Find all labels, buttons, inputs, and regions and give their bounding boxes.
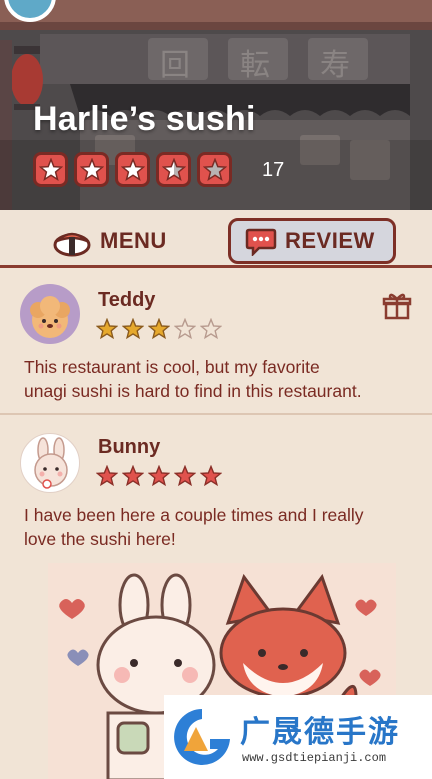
review-stars <box>96 465 222 487</box>
reviewer-name: Bunny <box>98 436 161 458</box>
star-icon <box>96 465 118 487</box>
tab-menu-label: MENU <box>100 228 167 253</box>
sign-glyph: 寿 <box>320 48 350 83</box>
sushi-icon <box>53 232 91 257</box>
review-text-line: I have been here a couple times and I re… <box>24 505 364 525</box>
rating-star-icon <box>156 152 191 187</box>
puppy-avatar[interactable] <box>20 284 80 344</box>
star-icon <box>148 465 170 487</box>
review-text-line: unagi sushi is hard to find in this rest… <box>24 381 362 401</box>
review-text-line: This restaurant is cool, but my favorite <box>24 357 320 377</box>
rating-count: 17 <box>262 159 285 181</box>
star-icon <box>96 318 118 340</box>
watermark-text: 广晟德手游 <box>240 716 400 749</box>
watermark-url: www.gsdtiepianji.com <box>242 751 387 765</box>
sign-glyph: 転 <box>240 48 270 83</box>
sign-glyph: 回 <box>160 48 190 83</box>
tab-review-label: REVIEW <box>285 228 375 253</box>
star-icon <box>174 465 196 487</box>
bunny-avatar[interactable] <box>20 433 80 493</box>
review-text-line: love the sushi here! <box>24 529 176 549</box>
star-icon <box>200 318 222 340</box>
tab-review[interactable]: REVIEW <box>228 218 396 264</box>
gift-icon[interactable] <box>382 291 412 321</box>
watermark: 广晟德手游 www.gsdtiepianji.com <box>164 695 432 779</box>
star-icon <box>174 318 196 340</box>
rating-star-icon <box>33 152 68 187</box>
rating-star-icon <box>197 152 232 187</box>
star-icon <box>122 465 144 487</box>
review-stars <box>96 318 222 340</box>
tab-menu[interactable]: MENU <box>52 218 167 264</box>
review-text: This restaurant is cool, but my favorite… <box>24 355 419 403</box>
star-icon <box>148 318 170 340</box>
watermark-logo-icon <box>174 709 230 765</box>
star-icon <box>200 465 222 487</box>
reviewer-name: Teddy <box>98 289 156 311</box>
review-item: Teddy This restaurant is cool, but my fa… <box>0 271 432 413</box>
speech-bubble-icon <box>245 228 277 256</box>
rating-star-icon <box>115 152 150 187</box>
star-icon <box>122 318 144 340</box>
restaurant-rating <box>33 152 232 187</box>
tab-bar: MENU REVIEW <box>0 210 432 268</box>
restaurant-title: Harlie’s sushi <box>33 100 256 138</box>
review-text: I have been here a couple times and I re… <box>24 503 419 551</box>
restaurant-header: 回 転 寿 Harlie’s sushi 17 <box>0 0 432 210</box>
rating-star-icon <box>74 152 109 187</box>
